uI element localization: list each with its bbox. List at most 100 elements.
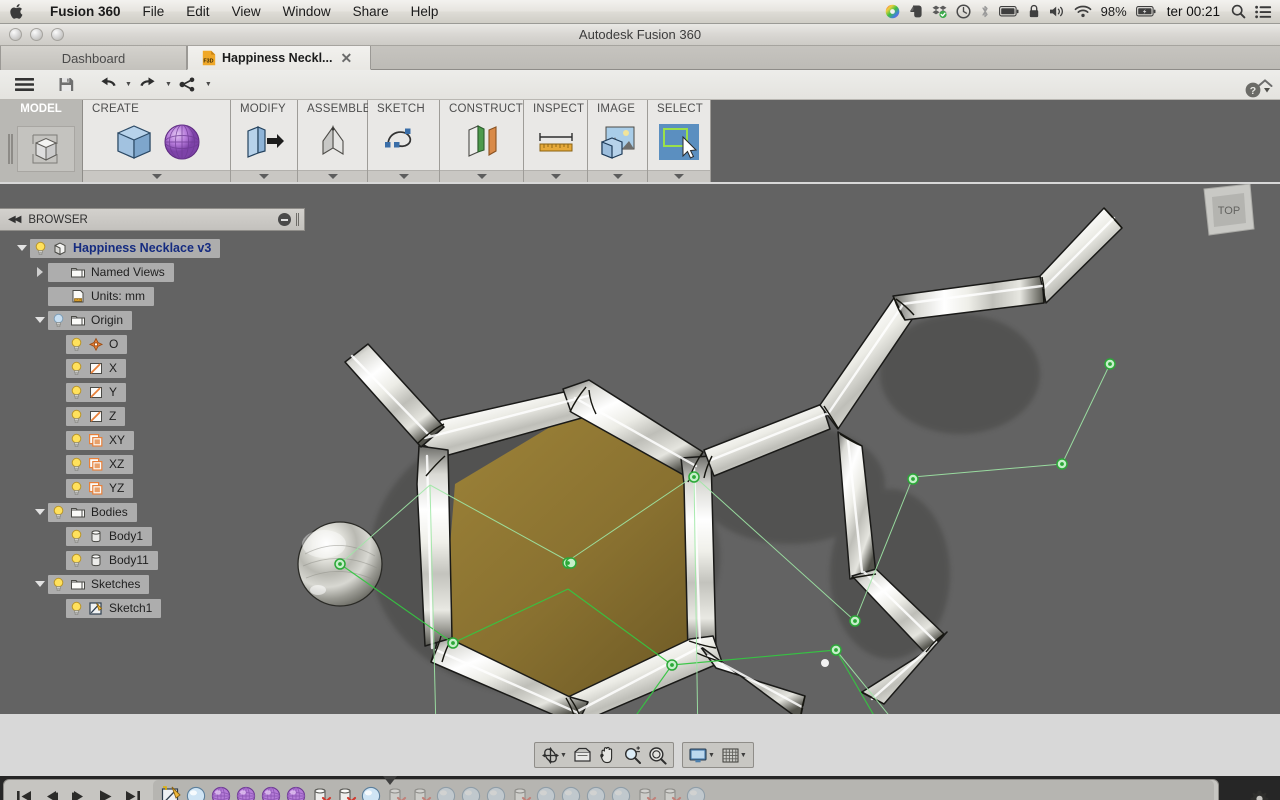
timeline-feature[interactable] <box>184 784 208 800</box>
color-wheel-icon[interactable] <box>885 0 900 24</box>
display-dropdown-icon[interactable]: ▼ <box>708 752 715 759</box>
pipe-feature-icon[interactable] <box>210 785 232 800</box>
pipe-feature-icon[interactable] <box>285 785 307 800</box>
tree-node[interactable]: Y <box>0 380 305 404</box>
tree-node-pill[interactable]: Body1 <box>66 526 153 546</box>
panel-dropdown-inspect[interactable] <box>524 170 587 182</box>
timeline-feature[interactable] <box>259 784 283 800</box>
timeline-feature[interactable] <box>359 784 383 800</box>
tree-node-pill[interactable]: Happiness Necklace v3 <box>30 238 221 258</box>
light-bulb-icon[interactable] <box>70 337 83 352</box>
tree-node-pill[interactable]: O <box>66 334 128 354</box>
undo-dropdown-icon[interactable]: ▼ <box>125 81 132 88</box>
cut-feature-icon[interactable] <box>660 785 682 800</box>
box-icon[interactable] <box>110 121 156 168</box>
double-left-arrow-icon[interactable]: ◀◀ <box>8 214 21 225</box>
timeline-feature[interactable] <box>309 784 333 800</box>
clock-label[interactable]: ter 00:21 <box>1165 4 1222 19</box>
timeline-marker[interactable] <box>383 776 397 785</box>
share-icon[interactable] <box>174 72 202 98</box>
light-bulb-icon[interactable] <box>52 577 65 592</box>
skip-to-end-icon[interactable] <box>124 789 141 800</box>
tab-dashboard[interactable]: Dashboard <box>0 46 187 70</box>
tree-node[interactable]: Sketch1 <box>0 596 305 620</box>
panel-dropdown-image[interactable] <box>588 170 647 182</box>
select-window-icon[interactable] <box>656 121 702 168</box>
tree-node[interactable]: X <box>0 356 305 380</box>
cut-feature-icon[interactable] <box>385 785 407 800</box>
twisty-expanded[interactable] <box>32 581 48 587</box>
tree-node[interactable]: Body11 <box>0 548 305 572</box>
twisty-expanded[interactable] <box>32 317 48 323</box>
panel-dropdown-assemble[interactable] <box>298 170 367 182</box>
zoom-icon[interactable] <box>620 744 645 766</box>
light-bulb-icon[interactable] <box>70 457 83 472</box>
light-bulb-icon[interactable] <box>70 529 83 544</box>
pipe-feature-icon[interactable] <box>235 785 257 800</box>
skip-to-start-icon[interactable] <box>16 789 33 800</box>
timeline-feature[interactable] <box>584 784 608 800</box>
battery-icon[interactable] <box>998 0 1019 24</box>
help-button[interactable]: ? <box>1244 82 1274 103</box>
wifi-icon[interactable] <box>1074 0 1092 24</box>
time-machine-icon[interactable] <box>956 0 971 24</box>
twisty-expanded[interactable] <box>32 509 48 515</box>
light-bulb-icon[interactable] <box>70 385 83 400</box>
timeline-feature[interactable] <box>284 784 308 800</box>
look-at-icon[interactable] <box>570 744 595 766</box>
timeline-feature[interactable] <box>234 784 258 800</box>
light-bulb-icon[interactable] <box>70 361 83 376</box>
panel-dropdown-modify[interactable] <box>231 170 297 182</box>
redo-icon[interactable] <box>134 72 162 98</box>
tree-node[interactable]: Happiness Necklace v3 <box>0 236 305 260</box>
sphere-feature-icon[interactable] <box>435 785 457 800</box>
grip-icon[interactable] <box>296 213 299 226</box>
cut-feature-icon[interactable] <box>635 785 657 800</box>
timeline-feature[interactable] <box>684 784 708 800</box>
pan-icon[interactable] <box>595 744 620 766</box>
tree-node-pill[interactable]: X <box>66 358 127 378</box>
search-icon[interactable] <box>1231 0 1246 24</box>
panel-dropdown-sketch[interactable] <box>368 170 439 182</box>
minimize-icon[interactable] <box>278 213 291 226</box>
tree-node-pill[interactable]: Origin <box>48 310 133 330</box>
tree-node-pill[interactable]: Named Views <box>48 262 174 282</box>
timeline-feature[interactable] <box>334 784 358 800</box>
tree-node[interactable]: XY <box>0 428 305 452</box>
sphere-feature-icon[interactable] <box>460 785 482 800</box>
battery-charging-icon[interactable] <box>1135 0 1156 24</box>
tree-node[interactable]: Body1 <box>0 524 305 548</box>
timeline-feature[interactable] <box>559 784 583 800</box>
light-bulb-icon[interactable] <box>34 241 47 256</box>
tree-node-pill[interactable]: XZ <box>66 454 134 474</box>
undo-icon[interactable] <box>94 72 122 98</box>
tree-node-pill[interactable]: YZ <box>66 478 134 498</box>
cut-feature-icon[interactable] <box>410 785 432 800</box>
share-dropdown-icon[interactable]: ▼ <box>205 81 212 88</box>
timeline-feature[interactable] <box>509 784 533 800</box>
menu-help[interactable]: Help <box>400 0 450 24</box>
timeline-track[interactable] <box>153 776 1214 800</box>
menu-edit[interactable]: Edit <box>175 0 220 24</box>
fit-icon[interactable] <box>645 744 670 766</box>
tree-node-pill[interactable]: Units: mm <box>48 286 154 306</box>
sketch-feature-icon[interactable] <box>160 785 182 800</box>
hamburger-menu-icon[interactable] <box>10 72 38 98</box>
tree-node[interactable]: Z <box>0 404 305 428</box>
tab-document[interactable]: F3D Happiness Neckl... ✕ <box>187 46 371 70</box>
lock-icon[interactable] <box>1028 0 1040 24</box>
tree-node-pill[interactable]: Bodies <box>48 502 137 522</box>
tree-node-pill[interactable]: Z <box>66 406 126 426</box>
tree-node-pill[interactable]: Sketch1 <box>66 598 162 618</box>
workspace-selector-model[interactable]: MODEL <box>0 100 83 182</box>
sphere-feature-icon[interactable] <box>585 785 607 800</box>
tree-node[interactable]: Named Views <box>0 260 305 284</box>
timeline-feature[interactable] <box>609 784 633 800</box>
tree-node-pill[interactable]: XY <box>66 430 135 450</box>
volume-icon[interactable] <box>1049 0 1065 24</box>
tree-node-pill[interactable]: Sketches <box>48 574 150 594</box>
sketch-origin-point[interactable] <box>821 659 829 667</box>
tree-node[interactable]: Bodies <box>0 500 305 524</box>
timeline-feature[interactable] <box>659 784 683 800</box>
menu-window[interactable]: Window <box>272 0 342 24</box>
